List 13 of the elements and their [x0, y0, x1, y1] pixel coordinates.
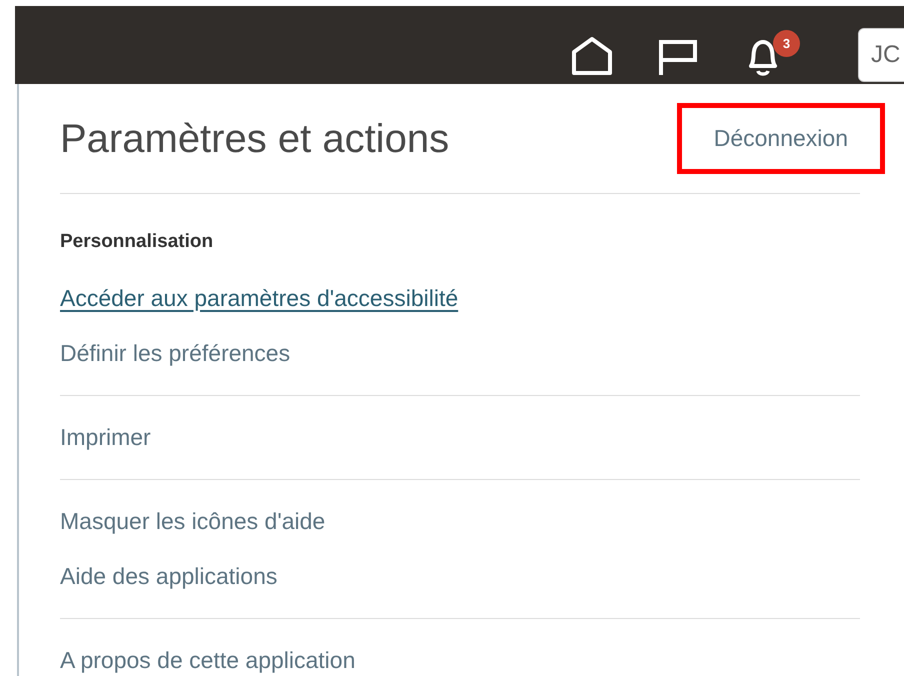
section-heading: Personnalisation	[60, 230, 214, 254]
sign-out-link[interactable]: Déconnexion	[714, 125, 848, 152]
notification-badge: 3	[773, 30, 800, 57]
user-avatar-button[interactable]: JC	[858, 28, 904, 82]
menu-link[interactable]: Aide des applications	[60, 558, 278, 594]
menu-link[interactable]: Masquer les icônes d'aide	[60, 504, 326, 538]
menu-link[interactable]: Accéder aux paramètres d'accessibilité	[60, 280, 458, 316]
home-icon[interactable]	[571, 36, 613, 76]
menu-link[interactable]: A propos de cette application	[60, 642, 356, 676]
menu-link[interactable]: Imprimer	[60, 420, 151, 454]
menu-link[interactable]: Définir les préférences	[60, 336, 290, 370]
panel-title: Paramètres et actions	[60, 116, 450, 162]
flag-icon[interactable]	[658, 39, 698, 77]
